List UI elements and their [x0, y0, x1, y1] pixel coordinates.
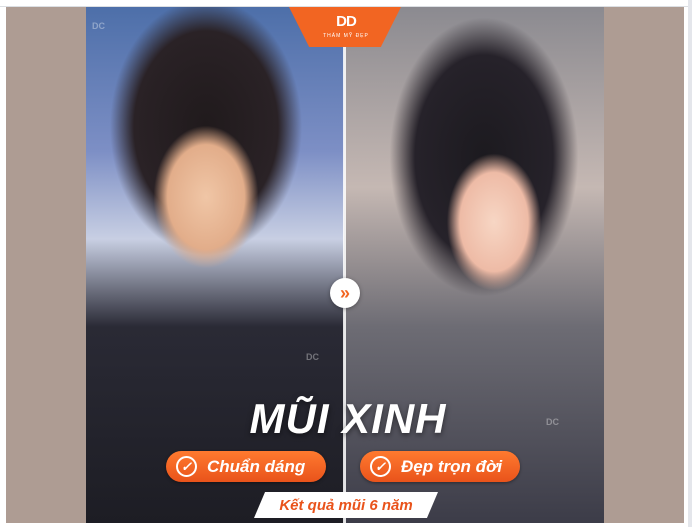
scrollbar[interactable]: [688, 0, 692, 527]
double-chevron-right-icon: »: [330, 278, 360, 308]
result-label: Kết quả mũi 6 năm: [254, 492, 438, 518]
watermark-logo: DC: [546, 417, 559, 427]
after-photo: [344, 7, 604, 523]
check-circle-icon: ✓: [370, 456, 391, 477]
image-side-padding-left: [6, 7, 86, 523]
watermark-logo: DC: [92, 21, 105, 31]
feed-top-border: [0, 0, 692, 7]
comparison-divider: [343, 7, 346, 523]
brand-logo: DD: [336, 12, 357, 30]
image-side-padding-right: [604, 7, 684, 523]
badge-label: Chuẩn dáng: [207, 456, 306, 476]
badge-dep-tron-doi: ✓ Đẹp trọn đời: [360, 451, 520, 482]
post-image-frame: DD THẨM MỸ ĐẸP DC DC DC » MŨI XINH ✓ Chu…: [0, 0, 692, 527]
headline: MŨI XINH: [249, 395, 447, 442]
before-after-image[interactable]: DD THẨM MỸ ĐẸP DC DC DC » MŨI XINH ✓ Chu…: [86, 7, 604, 523]
badge-label: Đẹp trọn đời: [401, 456, 503, 476]
brand-logo-subtitle: THẨM MỸ ĐẸP: [323, 33, 369, 39]
watermark-logo: DC: [306, 352, 319, 362]
badge-chuan-dang: ✓ Chuẩn dáng: [166, 451, 326, 482]
before-photo: [86, 7, 346, 523]
check-circle-icon: ✓: [176, 456, 197, 477]
